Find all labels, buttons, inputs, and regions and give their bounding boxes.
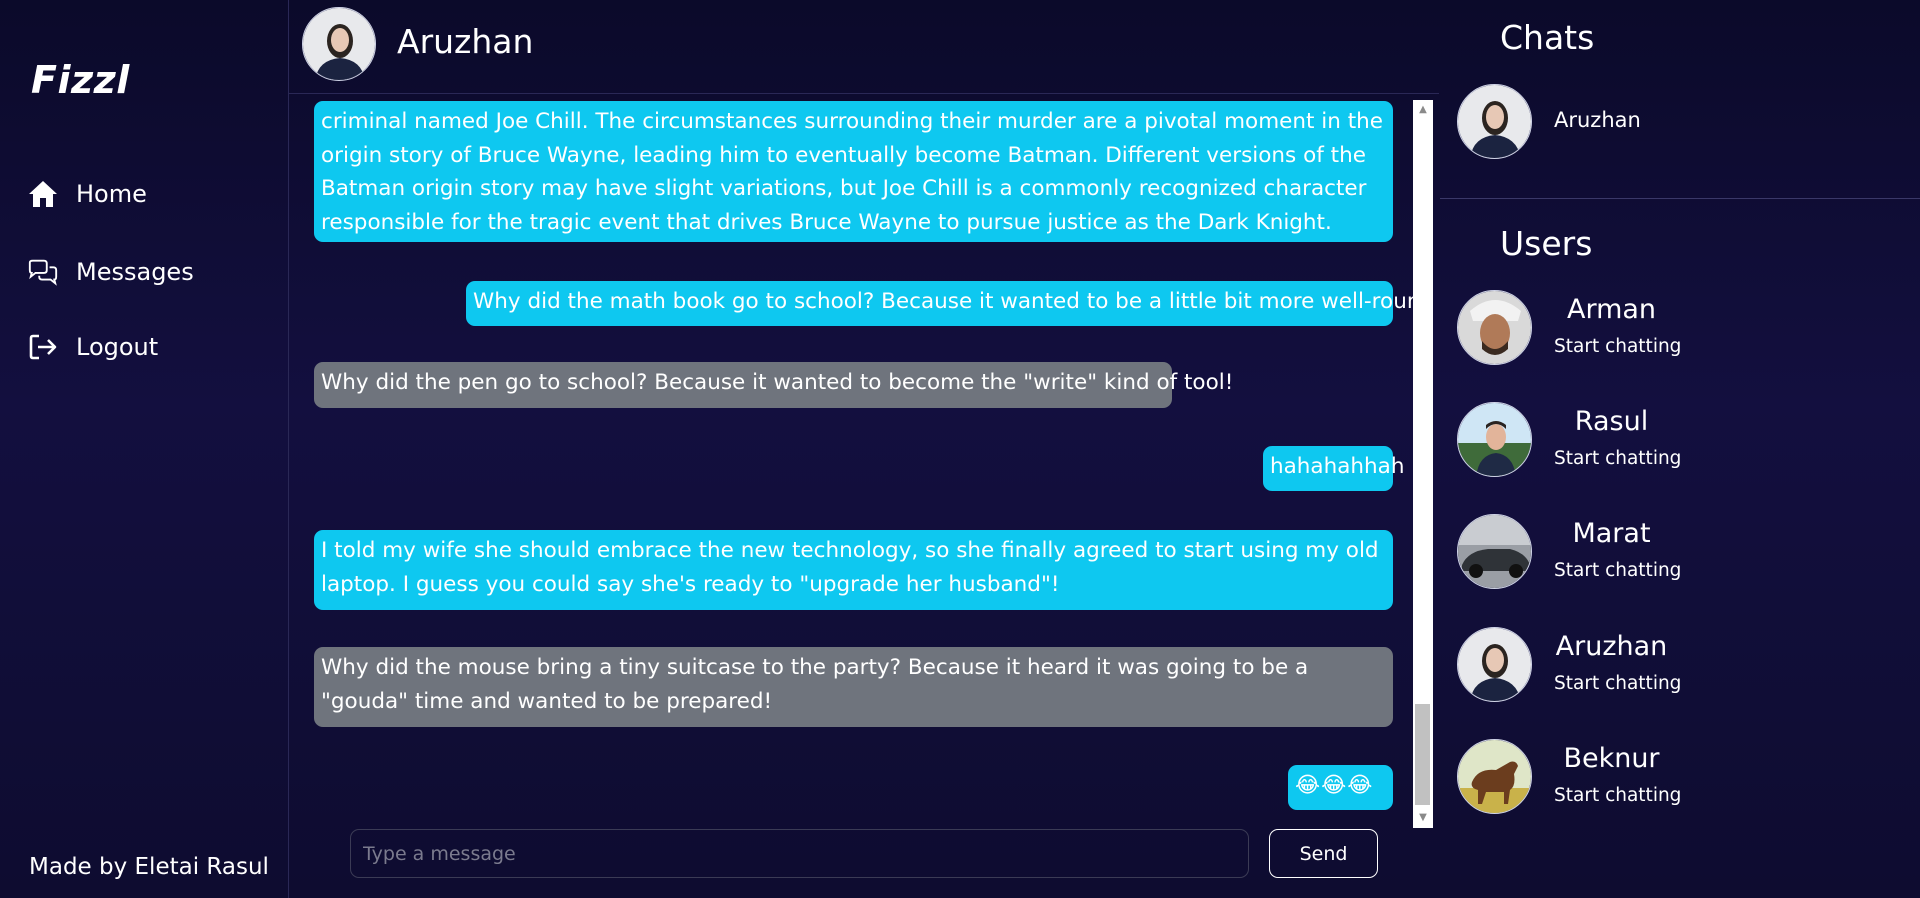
avatar [1457,290,1532,365]
user-status: Start chatting [1554,560,1682,581]
avatar [1457,627,1532,702]
user-status: Start chatting [1554,673,1682,694]
chat-header: Aruzhan [289,0,1439,94]
scroll-up-arrow-icon[interactable]: ▲ [1413,102,1433,118]
user-list-item[interactable]: Aruzhan Start chatting [1457,627,1917,703]
message-bubble-received: I told my wife she should embrace the ne… [314,530,1393,610]
left-sidebar: Fizzl Home Messages Logout Made by Eleta… [0,0,289,898]
avatar [1457,739,1532,814]
nav-logout[interactable]: Logout [27,331,158,363]
footer-credit: Made by Eletai Rasul [29,854,269,880]
nav-home[interactable]: Home [27,178,147,210]
scrollbar-thumb[interactable] [1415,704,1430,805]
user-list-item[interactable]: Marat Start chatting [1457,514,1917,590]
app-logo[interactable]: Fizzl [31,58,130,102]
avatar [1457,514,1532,589]
nav-messages-label: Messages [76,258,194,286]
nav-home-label: Home [76,180,147,208]
home-icon [27,178,59,210]
send-button[interactable]: Send [1269,829,1378,878]
user-status: Start chatting [1554,336,1682,357]
user-name: Marat [1572,518,1651,549]
message-bubble-sent: Why did the math book go to school? Beca… [466,281,1414,326]
nav-messages[interactable]: Messages [27,256,194,288]
message-bubble-received: Why did the mouse bring a tiny suitcase … [314,647,1393,727]
logout-icon [27,331,59,363]
message-bubble-sent: 😂😂😂 [1288,765,1393,810]
message-scrollbar[interactable]: ▲ ▼ [1413,100,1433,828]
scroll-down-arrow-icon[interactable]: ▼ [1413,810,1433,826]
users-title: Users [1500,224,1593,263]
message-input[interactable] [350,829,1249,878]
chats-title: Chats [1500,18,1595,57]
chat-list-item[interactable]: Aruzhan [1457,84,1917,160]
user-status: Start chatting [1554,785,1682,806]
contact-avatar[interactable] [302,7,376,81]
message-bubble-sent: hahahahhah [1263,446,1404,491]
nav-logout-label: Logout [76,333,159,361]
message-list: criminal named Joe Chill. The circumstan… [314,100,1414,827]
user-name: Beknur [1563,743,1660,774]
message-bubble-received: criminal named Joe Chill. The circumstan… [314,101,1393,242]
user-name: Rasul [1574,406,1649,437]
avatar [1457,84,1532,159]
user-name: Arman [1566,294,1657,325]
chat-list-item-name: Aruzhan [1554,108,1641,132]
chat-bubbles-icon [27,256,59,288]
right-panel: Chats Aruzhan Users Arman Start chatting… [1440,0,1920,898]
contact-name: Aruzhan [397,22,534,61]
panel-divider [1440,198,1920,199]
user-list-item[interactable]: Arman Start chatting [1457,290,1917,366]
user-status: Start chatting [1554,448,1682,469]
user-name: Aruzhan [1555,631,1668,662]
user-list-item[interactable]: Beknur Start chatting [1457,739,1917,815]
message-bubble-received: Why did the pen go to school? Because it… [314,362,1233,408]
avatar [1457,402,1532,477]
user-list-item[interactable]: Rasul Start chatting [1457,402,1917,478]
